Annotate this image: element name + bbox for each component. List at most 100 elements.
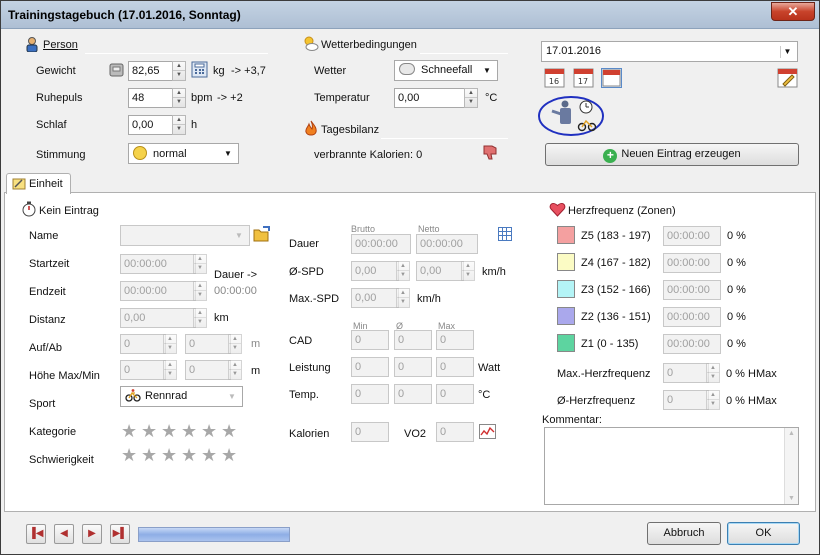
spin-down-icon[interactable]: ▼: [465, 98, 477, 107]
chevron-down-icon[interactable]: ▼: [480, 65, 494, 77]
spin-up-icon[interactable]: ▲: [173, 116, 185, 125]
power-avg-input[interactable]: 0: [394, 357, 432, 377]
max-heartrate-input[interactable]: 0: [663, 363, 709, 383]
calendar-edit-icon[interactable]: [777, 68, 798, 88]
table-grid-icon[interactable]: [498, 227, 512, 241]
prev-record-button[interactable]: ◀: [54, 524, 74, 544]
spin-down-icon[interactable]: ▼: [229, 344, 241, 353]
max-heartrate-spinner[interactable]: ▲ ▼: [706, 363, 720, 383]
calculator-icon[interactable]: [191, 61, 208, 78]
spin-down-icon[interactable]: ▼: [173, 125, 185, 134]
star-icon[interactable]: ★: [121, 446, 139, 464]
spin-down-icon[interactable]: ▼: [173, 71, 185, 80]
spin-down-icon[interactable]: ▼: [194, 318, 206, 327]
last-record-button[interactable]: ▶▌: [110, 524, 130, 544]
spin-up-icon[interactable]: ▲: [397, 289, 409, 298]
star-icon[interactable]: ★: [221, 422, 239, 440]
power-max-input[interactable]: 0: [436, 357, 474, 377]
category-rating[interactable]: ★ ★ ★ ★ ★ ★: [121, 422, 241, 442]
start-spinner[interactable]: ▲ ▼: [193, 254, 207, 274]
pulse-input[interactable]: 48: [128, 88, 174, 108]
zone-time-input[interactable]: 00:00:00: [663, 307, 721, 327]
avg-heartrate-input[interactable]: 0: [663, 390, 709, 410]
spin-down-icon[interactable]: ▼: [707, 400, 719, 409]
sleep-input[interactable]: 0,00: [128, 115, 174, 135]
chevron-down-icon[interactable]: ▼: [225, 391, 239, 403]
temperature-spinner[interactable]: ▲ ▼: [464, 88, 478, 108]
height-max-spinner[interactable]: ▲ ▼: [163, 360, 177, 380]
star-icon[interactable]: ★: [181, 446, 199, 464]
down-input[interactable]: 0: [185, 334, 231, 354]
spin-down-icon[interactable]: ▼: [194, 291, 206, 300]
zone-time-input[interactable]: 00:00:00: [663, 280, 721, 300]
pulse-spinner[interactable]: ▲ ▼: [172, 88, 186, 108]
spin-up-icon[interactable]: ▲: [194, 282, 206, 291]
star-icon[interactable]: ★: [121, 422, 139, 440]
spin-down-icon[interactable]: ▼: [173, 98, 185, 107]
next-record-button[interactable]: ▶: [82, 524, 102, 544]
close-button[interactable]: ✕: [771, 2, 815, 21]
zone-time-input[interactable]: 00:00:00: [663, 334, 721, 354]
comment-scrollbar[interactable]: ▲ ▼: [784, 428, 798, 504]
chevron-down-icon[interactable]: ▼: [221, 148, 235, 160]
star-icon[interactable]: ★: [221, 446, 239, 464]
distance-spinner[interactable]: ▲ ▼: [193, 308, 207, 328]
cad-max-input[interactable]: 0: [436, 330, 474, 350]
zone-time-input[interactable]: 00:00:00: [663, 226, 721, 246]
cad-min-input[interactable]: 0: [351, 330, 389, 350]
spin-down-icon[interactable]: ▼: [397, 271, 409, 280]
avg-speed-brutto-spinner[interactable]: ▲ ▼: [396, 261, 410, 281]
spin-up-icon[interactable]: ▲: [707, 391, 719, 400]
open-folder-icon[interactable]: [253, 225, 271, 243]
name-dropdown[interactable]: ▼: [120, 225, 250, 246]
spin-down-icon[interactable]: ▼: [164, 370, 176, 379]
chevron-down-icon[interactable]: ▼: [780, 46, 794, 58]
first-record-button[interactable]: ▐◀: [26, 524, 46, 544]
ok-button[interactable]: OK: [727, 522, 800, 545]
power-min-input[interactable]: 0: [351, 357, 389, 377]
star-icon[interactable]: ★: [201, 422, 219, 440]
spin-up-icon[interactable]: ▲: [229, 335, 241, 344]
temp-min-input[interactable]: 0: [351, 384, 389, 404]
up-input[interactable]: 0: [120, 334, 166, 354]
start-input[interactable]: 00:00:00: [120, 254, 196, 274]
end-input[interactable]: 00:00:00: [120, 281, 196, 301]
max-speed-spinner[interactable]: ▲ ▼: [396, 288, 410, 308]
new-entry-button[interactable]: + Neuen Eintrag erzeugen: [545, 143, 799, 166]
distance-input[interactable]: 0,00: [120, 308, 196, 328]
spin-up-icon[interactable]: ▲: [194, 309, 206, 318]
star-icon[interactable]: ★: [141, 422, 159, 440]
spin-down-icon[interactable]: ▼: [164, 344, 176, 353]
spin-up-icon[interactable]: ▲: [164, 335, 176, 344]
star-icon[interactable]: ★: [181, 422, 199, 440]
max-speed-input[interactable]: 0,00: [351, 288, 399, 308]
cancel-button[interactable]: Abbruch: [647, 522, 721, 545]
difficulty-rating[interactable]: ★ ★ ★ ★ ★ ★: [121, 446, 241, 466]
activity-overview-icon[interactable]: [538, 95, 605, 137]
avg-speed-netto-spinner[interactable]: ▲ ▼: [461, 261, 475, 281]
scroll-up-icon[interactable]: ▲: [788, 430, 795, 437]
height-max-input[interactable]: 0: [120, 360, 166, 380]
spin-up-icon[interactable]: ▲: [164, 361, 176, 370]
thumbs-down-icon[interactable]: [482, 144, 500, 160]
temp-max-input[interactable]: 0: [436, 384, 474, 404]
temperature-input[interactable]: 0,00: [394, 88, 466, 108]
end-spinner[interactable]: ▲ ▼: [193, 281, 207, 301]
zone-time-input[interactable]: 00:00:00: [663, 253, 721, 273]
chevron-down-icon[interactable]: ▼: [232, 230, 246, 242]
calories-input[interactable]: 0: [351, 422, 389, 442]
duration-netto-input[interactable]: 00:00:00: [416, 234, 478, 254]
spin-up-icon[interactable]: ▲: [173, 89, 185, 98]
avg-speed-netto-input[interactable]: 0,00: [416, 261, 464, 281]
cad-avg-input[interactable]: 0: [394, 330, 432, 350]
height-min-input[interactable]: 0: [185, 360, 231, 380]
avg-speed-brutto-input[interactable]: 0,00: [351, 261, 399, 281]
star-icon[interactable]: ★: [141, 446, 159, 464]
spin-down-icon[interactable]: ▼: [397, 298, 409, 307]
calendar-prev-icon[interactable]: 16: [544, 68, 565, 88]
spin-up-icon[interactable]: ▲: [397, 262, 409, 271]
comment-textarea[interactable]: ▲ ▼: [544, 427, 799, 505]
calendar-today-icon[interactable]: [601, 68, 622, 88]
spin-up-icon[interactable]: ▲: [465, 89, 477, 98]
down-spinner[interactable]: ▲ ▼: [228, 334, 242, 354]
